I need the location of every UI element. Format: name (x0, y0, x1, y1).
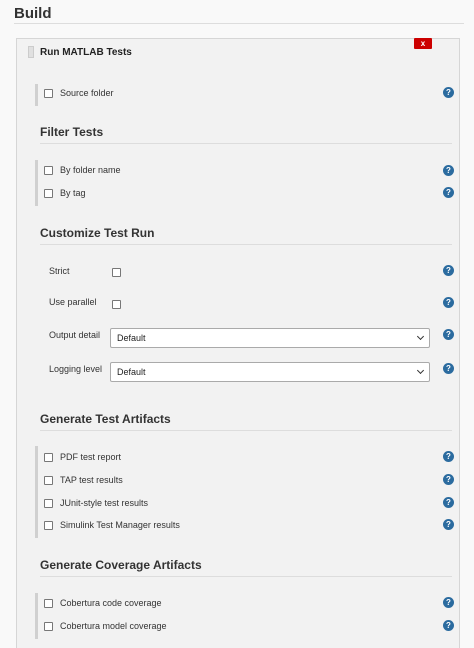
help-icon[interactable]: ? (443, 329, 454, 340)
tap-test-results-checkbox[interactable] (44, 475, 53, 485)
help-icon[interactable]: ? (443, 165, 454, 176)
by-folder-name-checkbox[interactable] (44, 165, 53, 175)
use-parallel-label: Use parallel (49, 297, 97, 307)
help-icon[interactable]: ? (443, 474, 454, 485)
section-divider (40, 576, 452, 577)
delete-step-button[interactable]: x (414, 38, 432, 49)
section-divider (40, 244, 452, 245)
group-bar (35, 84, 38, 106)
source-folder-label: Source folder (60, 88, 114, 98)
filter-tests-heading: Filter Tests (40, 125, 104, 139)
help-icon[interactable]: ? (443, 597, 454, 608)
source-folder-option[interactable]: Source folder (44, 86, 114, 100)
section-divider (40, 143, 452, 144)
output-detail-select[interactable]: Default (110, 328, 430, 348)
chevron-down-icon (416, 366, 425, 375)
cobertura-model-coverage-checkbox[interactable] (44, 621, 53, 631)
cobertura-model-coverage-option[interactable]: Cobertura model coverage (44, 619, 167, 633)
group-bar (35, 593, 38, 639)
pdf-test-report-checkbox[interactable] (44, 452, 53, 462)
build-section-title: Build (14, 5, 52, 22)
pdf-test-report-label: PDF test report (60, 452, 122, 462)
tap-test-results-option[interactable]: TAP test results (44, 473, 123, 487)
strict-label: Strict (49, 266, 70, 276)
source-folder-checkbox[interactable] (44, 88, 53, 98)
logging-level-value: Default (117, 367, 146, 377)
help-icon[interactable]: ? (443, 297, 454, 308)
by-tag-label: By tag (60, 188, 86, 198)
drag-handle[interactable] (28, 46, 34, 58)
logging-level-select[interactable]: Default (110, 362, 430, 382)
tap-test-results-label: TAP test results (60, 475, 123, 485)
group-bar (35, 446, 38, 538)
cobertura-code-coverage-checkbox[interactable] (44, 598, 53, 608)
pdf-test-report-option[interactable]: PDF test report (44, 450, 121, 464)
output-detail-value: Default (117, 333, 146, 343)
help-icon[interactable]: ? (443, 363, 454, 374)
generate-test-artifacts-heading: Generate Test Artifacts (40, 412, 171, 426)
help-icon[interactable]: ? (443, 87, 454, 98)
simulink-test-manager-checkbox[interactable] (44, 520, 53, 530)
build-divider (14, 23, 464, 24)
cobertura-code-coverage-option[interactable]: Cobertura code coverage (44, 596, 162, 610)
junit-test-results-label: JUnit-style test results (60, 498, 149, 508)
customize-test-run-heading: Customize Test Run (40, 226, 155, 240)
help-icon[interactable]: ? (443, 187, 454, 198)
help-icon[interactable]: ? (443, 519, 454, 530)
cobertura-model-coverage-label: Cobertura model coverage (60, 621, 167, 631)
help-icon[interactable]: ? (443, 620, 454, 631)
cobertura-code-coverage-label: Cobertura code coverage (60, 598, 162, 608)
section-divider (40, 430, 452, 431)
by-folder-name-option[interactable]: By folder name (44, 163, 121, 177)
use-parallel-checkbox[interactable] (112, 300, 121, 309)
simulink-test-manager-label: Simulink Test Manager results (60, 520, 180, 530)
logging-level-label: Logging level (49, 364, 103, 374)
help-icon[interactable]: ? (443, 265, 454, 276)
output-detail-label: Output detail (49, 330, 101, 340)
by-tag-checkbox[interactable] (44, 188, 53, 198)
by-folder-name-label: By folder name (60, 165, 121, 175)
generate-coverage-artifacts-heading: Generate Coverage Artifacts (40, 558, 202, 572)
chevron-down-icon (416, 332, 425, 341)
step-title: Run MATLAB Tests (40, 47, 132, 58)
help-icon[interactable]: ? (443, 451, 454, 462)
group-bar (35, 160, 38, 206)
junit-test-results-option[interactable]: JUnit-style test results (44, 496, 148, 510)
help-icon[interactable]: ? (443, 497, 454, 508)
junit-test-results-checkbox[interactable] (44, 498, 53, 508)
by-tag-option[interactable]: By tag (44, 186, 86, 200)
simulink-test-manager-option[interactable]: Simulink Test Manager results (44, 518, 180, 532)
strict-checkbox[interactable] (112, 268, 121, 277)
